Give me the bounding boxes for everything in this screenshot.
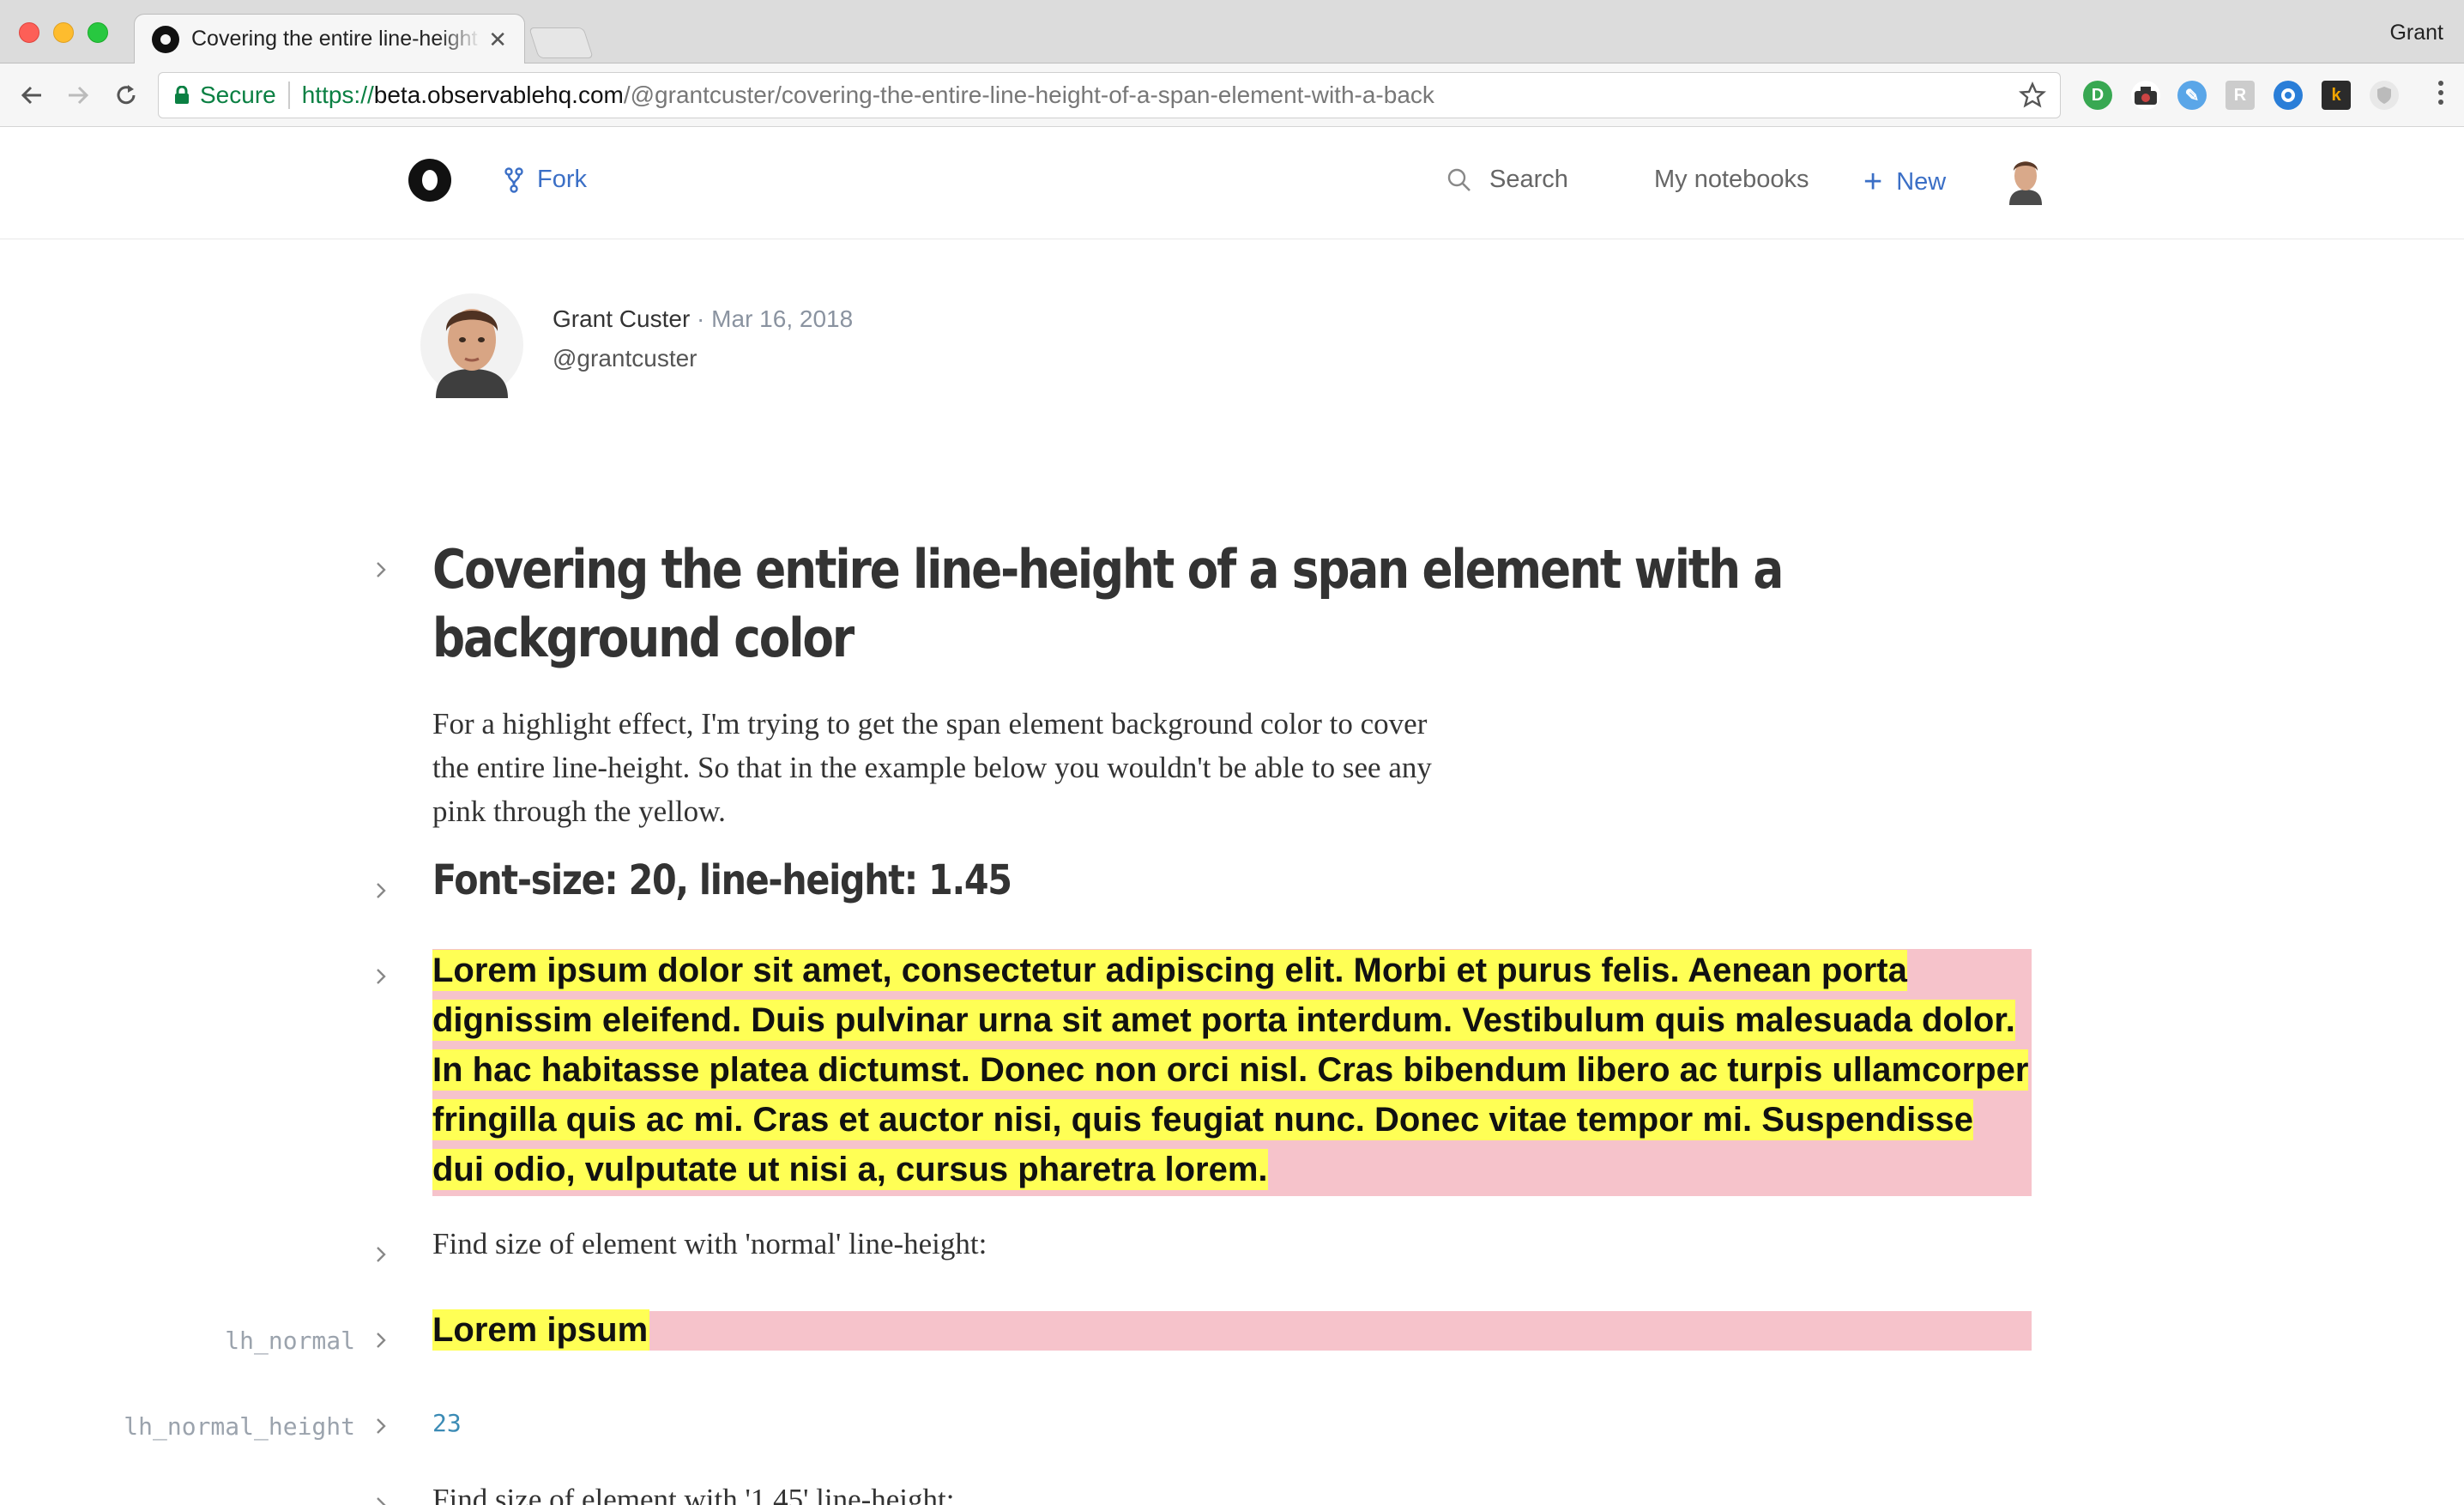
address-divider <box>287 82 290 109</box>
tab-title: Covering the entire line-height of a spa… <box>191 27 481 51</box>
pink-background-strip <box>432 1311 2032 1351</box>
search-label: Search <box>1489 166 1568 193</box>
highlight-span: dui odio, vulputate ut nisi a, cursus ph… <box>432 1149 1268 1190</box>
forward-arrow-icon <box>69 86 89 105</box>
highlight-span: fringilla quis ac mi. Cras et auctor nis… <box>432 1099 1973 1140</box>
bookmark-star-icon[interactable] <box>2019 82 2046 109</box>
url-scheme: https:// <box>301 82 374 108</box>
my-notebooks-link[interactable]: My notebooks <box>1654 166 1809 194</box>
lorem-span: Lorem ipsum <box>432 1309 650 1351</box>
byline-separator: · <box>690 305 712 332</box>
intro-paragraph: For a highlight effect, I'm trying to ge… <box>432 702 1565 833</box>
highlight-span: dignissim eleifend. Duis pulvinar urna s… <box>432 1000 2015 1041</box>
cell-name-label: lh_normal <box>225 1327 355 1355</box>
reload-icon <box>117 85 136 105</box>
intro-line: pink through the yellow. <box>432 795 726 828</box>
notebook-title: Covering the entire line-height of a spa… <box>432 538 1784 669</box>
browser-toolbar: Secure https://beta.observablehq.com/@gr… <box>0 63 2464 127</box>
extension-camera-icon[interactable] <box>2131 81 2160 110</box>
extension-green-icon[interactable]: D <box>2083 81 2112 110</box>
fork-label: Fork <box>537 166 587 193</box>
search-button[interactable]: Search <box>1446 166 1568 194</box>
new-label: New <box>1896 167 1947 196</box>
new-notebook-button[interactable]: + New <box>1863 166 1946 198</box>
extension-shield-icon[interactable] <box>2370 81 2399 110</box>
browser-menu-icon[interactable] <box>2438 81 2445 109</box>
lock-icon <box>175 86 189 104</box>
close-tab-icon[interactable]: ✕ <box>488 27 507 52</box>
url-path: /@grantcuster/covering-the-entire-line-h… <box>623 82 1434 108</box>
intro-line: For a highlight effect, I'm trying to ge… <box>432 707 1428 740</box>
section-heading: Font-size: 20, line-height: 1.45 <box>432 856 1012 904</box>
extension-k-icon[interactable]: k <box>2322 81 2351 110</box>
author-handle[interactable]: @grantcuster <box>553 345 698 372</box>
extension-bird-icon[interactable]: ✎ <box>2177 81 2207 110</box>
observable-favicon-icon <box>152 25 179 53</box>
observable-logo-icon[interactable] <box>408 159 451 202</box>
observable-header: Fork Search My notebooks + New <box>0 128 2464 239</box>
cell-name-label: lh_normal_height <box>124 1412 355 1441</box>
cell-expand-chevron-icon[interactable] <box>371 966 391 987</box>
fork-button[interactable]: Fork <box>504 166 587 194</box>
cell-expand-chevron-icon[interactable] <box>371 1330 391 1351</box>
publish-date: Mar 16, 2018 <box>711 305 854 332</box>
find-normal-text: Find size of element with 'normal' line-… <box>432 1227 987 1260</box>
reload-button[interactable] <box>108 77 144 113</box>
cell-expand-chevron-icon[interactable] <box>371 559 391 580</box>
browser-tab-active[interactable]: Covering the entire line-height of a spa… <box>134 14 525 63</box>
browser-profile-name[interactable]: Grant <box>2389 21 2443 45</box>
intro-line: the entire line-height. So that in the e… <box>432 751 1432 784</box>
back-arrow-icon <box>21 86 41 105</box>
search-icon <box>1447 168 1471 191</box>
address-bar[interactable]: Secure https://beta.observablehq.com/@gr… <box>158 72 2061 118</box>
author-avatar[interactable] <box>420 292 523 398</box>
browser-tab-bar: Covering the entire line-height of a spa… <box>0 0 2464 63</box>
cell-expand-chevron-icon[interactable] <box>371 1244 391 1265</box>
extension-circle-icon[interactable] <box>2274 81 2303 110</box>
minimize-window-button[interactable] <box>53 22 74 43</box>
close-window-button[interactable] <box>19 22 39 43</box>
find-145-text: Find size of element with '1.45' line-he… <box>432 1483 955 1505</box>
cell-expand-chevron-icon[interactable] <box>371 880 391 901</box>
extension-r-icon[interactable]: R <box>2225 81 2255 110</box>
url-host: beta.observablehq.com <box>373 82 624 108</box>
user-avatar[interactable] <box>2004 154 2047 205</box>
back-button[interactable] <box>14 77 50 113</box>
new-tab-button[interactable] <box>528 27 594 58</box>
highlight-span: In hac habitasse platea dictumst. Donec … <box>432 1049 2029 1091</box>
fork-icon <box>504 166 523 193</box>
author-name[interactable]: Grant Custer <box>553 305 690 332</box>
zoom-window-button[interactable] <box>88 22 108 43</box>
secure-label: Secure <box>200 82 276 108</box>
highlighted-paragraph: Lorem ipsum dolor sit amet, consectetur … <box>432 946 2062 1194</box>
plus-icon: + <box>1863 164 1883 200</box>
cell-value: 23 <box>432 1409 462 1437</box>
forward-button[interactable] <box>60 77 96 113</box>
highlight-span: Lorem ipsum dolor sit amet, consectetur … <box>432 950 1907 991</box>
author-byline: Grant Custer · Mar 16, 2018 <box>553 305 853 333</box>
cell-expand-chevron-icon[interactable] <box>371 1416 391 1436</box>
cell-expand-chevron-icon[interactable] <box>371 1495 391 1505</box>
